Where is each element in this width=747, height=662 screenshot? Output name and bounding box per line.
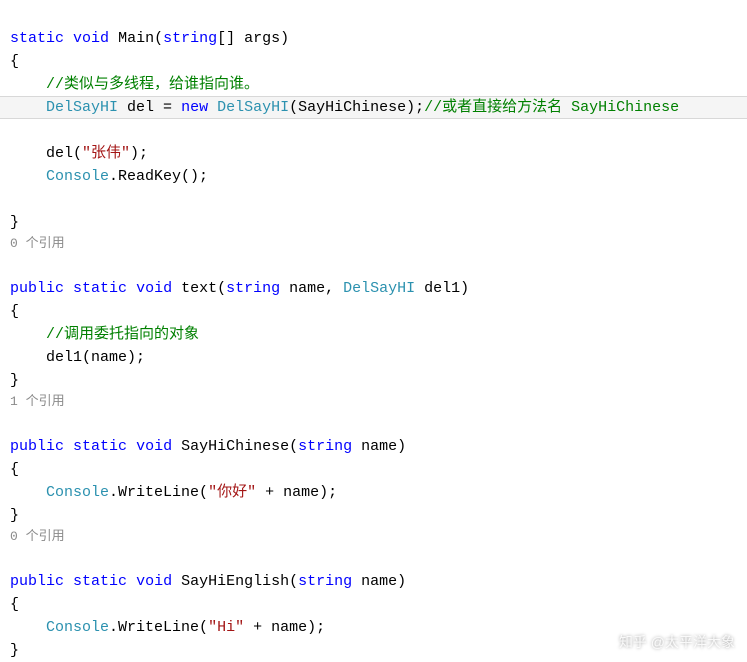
code-line: {	[10, 461, 19, 478]
code-line: static void Main(string[] args)	[10, 30, 289, 47]
code-line: }	[10, 214, 19, 231]
code-line: Console.WriteLine("Hi" + name);	[10, 619, 325, 636]
code-line: del("张伟");	[10, 145, 148, 162]
code-line: }	[10, 372, 19, 389]
code-block: static void Main(string[] args) { //类似与多…	[10, 4, 747, 662]
watermark-text: 知乎 @太平洋大象	[619, 631, 735, 654]
code-line: }	[10, 642, 19, 659]
zhihu-icon	[597, 635, 613, 651]
code-line: {	[10, 53, 19, 70]
code-line: //调用委托指向的对象	[10, 326, 199, 343]
code-line: Console.WriteLine("你好" + name);	[10, 484, 337, 501]
reference-count: 0 个引用	[10, 234, 747, 254]
reference-count: 0 个引用	[10, 527, 747, 547]
code-line: {	[10, 596, 19, 613]
code-line: {	[10, 303, 19, 320]
code-line: Console.ReadKey();	[10, 168, 208, 185]
code-line: }	[10, 507, 19, 524]
code-line: del1(name);	[10, 349, 145, 366]
code-line-highlighted: DelSayHI del = new DelSayHI(SayHiChinese…	[0, 96, 747, 119]
code-line	[10, 191, 19, 208]
code-line: //类似与多线程，给谁指向谁。	[10, 76, 259, 93]
code-line: public static void SayHiChinese(string n…	[10, 438, 406, 455]
reference-count: 1 个引用	[10, 392, 747, 412]
watermark: 知乎 @太平洋大象	[597, 631, 735, 654]
code-line: public static void text(string name, Del…	[10, 280, 469, 297]
code-line: public static void SayHiEnglish(string n…	[10, 573, 406, 590]
